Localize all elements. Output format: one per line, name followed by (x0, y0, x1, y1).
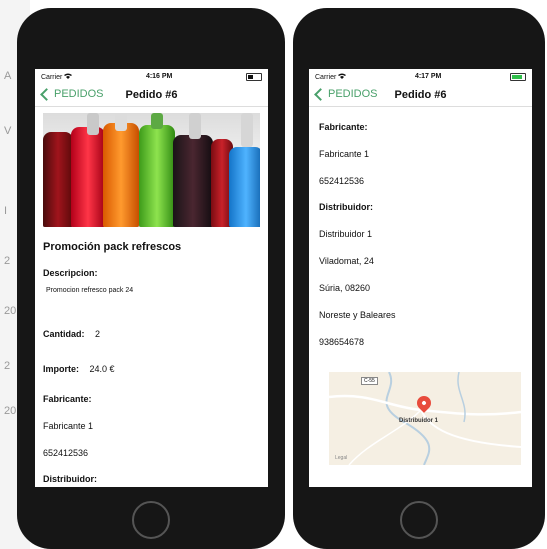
backdrop-text: A (4, 70, 12, 82)
fabricante-phone: 652412536 (43, 448, 89, 458)
phone-right: Carrier 4:17 PM PEDIDOS Pedido #6 Fabric… (293, 8, 545, 549)
distribuidor-label: Distribuidor: (43, 474, 97, 484)
chevron-left-icon (40, 87, 53, 101)
location-map[interactable]: C-55 Distribuidor 1 Legal (329, 372, 521, 465)
back-button[interactable]: PEDIDOS (39, 87, 104, 101)
status-bar: Carrier 4:17 PM (309, 69, 532, 84)
status-bar: Carrier 4:16 PM (35, 69, 268, 84)
product-image (43, 113, 260, 227)
cantidad-row: Cantidad: 2 (43, 324, 260, 342)
fabricante-name: Fabricante 1 (43, 421, 94, 431)
distribuidor-city: Súria, 08260 (319, 283, 371, 293)
fabricante-phone: 652412536 (319, 176, 365, 186)
back-button-label: PEDIDOS (54, 88, 104, 100)
descripcion-value: Promocion refresco pack 24 (46, 287, 134, 294)
road-badge: C-55 (361, 377, 378, 385)
order-detail: Promoción pack refrescos Descripcion: Pr… (35, 113, 268, 484)
backdrop-text: 20 (4, 305, 17, 317)
wifi-icon (338, 73, 347, 81)
home-button[interactable] (400, 501, 438, 539)
fabricante-label: Fabricante: (43, 394, 92, 404)
fabricante-label: Fabricante: (319, 122, 368, 132)
back-button[interactable]: PEDIDOS (313, 87, 378, 101)
backdrop-text: 2 (4, 255, 11, 267)
cantidad-label: Cantidad: (43, 329, 85, 339)
importe-row: Importe: 24.0 € (43, 359, 260, 377)
distribuidor-region: Noreste y Baleares (319, 310, 396, 320)
backdrop-text: 2 (4, 360, 11, 372)
phone-left: Carrier 4:16 PM PEDIDOS Pedido #6 Promoc… (17, 8, 285, 549)
descripcion-label: Descripcion: (43, 268, 98, 278)
navigation-bar: PEDIDOS Pedido #6 (35, 84, 268, 107)
map-pin-label: Distribuidor 1 (399, 418, 439, 424)
map-legal-link[interactable]: Legal (335, 455, 347, 461)
backdrop-text: I (4, 205, 8, 217)
distribuidor-phone: 938654678 (319, 337, 365, 347)
order-detail: Fabricante: Fabricante 1 652412536 Distr… (309, 122, 532, 347)
home-button[interactable] (132, 501, 170, 539)
carrier-label: Carrier (315, 73, 347, 81)
importe-label: Importe: (43, 364, 79, 374)
wifi-icon (64, 73, 73, 81)
battery-icon (510, 72, 526, 81)
backdrop-text: V (4, 125, 12, 137)
screen-right: Carrier 4:17 PM PEDIDOS Pedido #6 Fabric… (309, 69, 532, 487)
back-button-label: PEDIDOS (328, 88, 378, 100)
distribuidor-name: Distribuidor 1 (319, 229, 373, 239)
status-time: 4:16 PM (145, 73, 173, 80)
battery-icon (246, 72, 262, 81)
screen-left: Carrier 4:16 PM PEDIDOS Pedido #6 Promoc… (35, 69, 268, 487)
distribuidor-address: Viladomat, 24 (319, 256, 374, 266)
status-time: 4:17 PM (414, 73, 442, 80)
navigation-bar: PEDIDOS Pedido #6 (309, 84, 532, 107)
cantidad-value: 2 (94, 329, 100, 339)
carrier-label: Carrier (41, 73, 73, 81)
fabricante-name: Fabricante 1 (319, 149, 370, 159)
backdrop-text: 20 (4, 405, 17, 417)
distribuidor-label: Distribuidor: (319, 202, 373, 212)
importe-value: 24.0 € (89, 364, 115, 374)
chevron-left-icon (314, 87, 327, 101)
product-title: Promoción pack refrescos (43, 241, 182, 253)
